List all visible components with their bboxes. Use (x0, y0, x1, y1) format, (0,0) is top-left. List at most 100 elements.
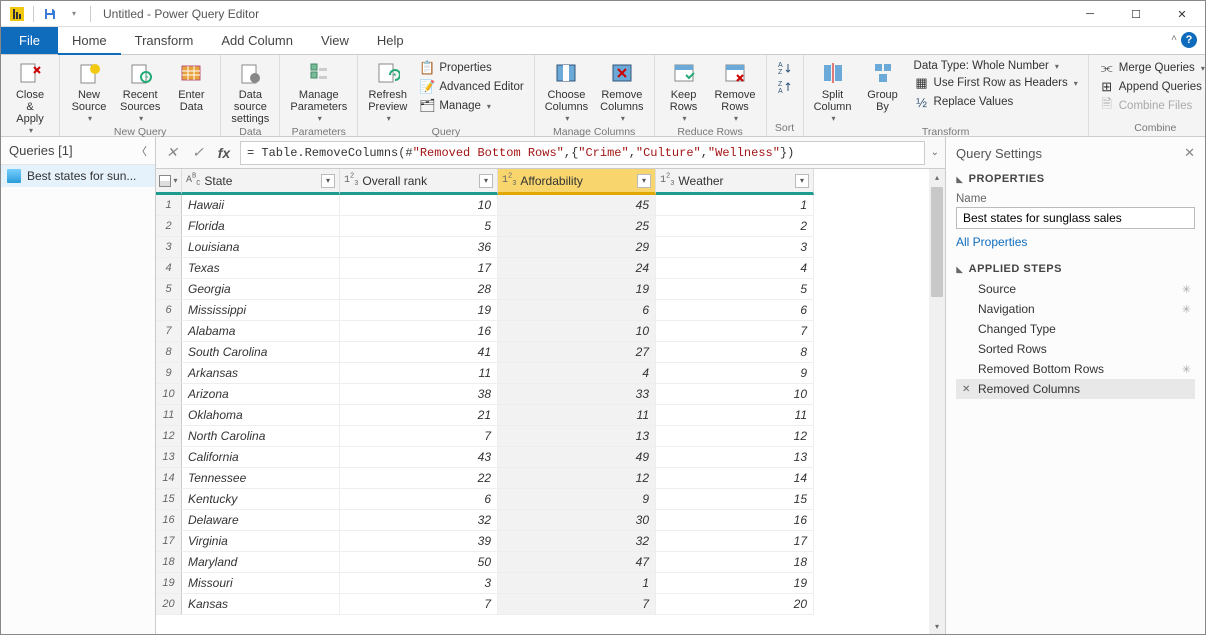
cell[interactable]: 19 (656, 573, 814, 594)
row-header[interactable]: 2 (156, 216, 182, 237)
cell[interactable]: Florida (182, 216, 340, 237)
sort-asc-button[interactable]: AZ (775, 59, 795, 77)
applied-step[interactable]: Source✳ (956, 279, 1195, 299)
cell[interactable]: Georgia (182, 279, 340, 300)
replace-values-button[interactable]: ½Replace Values (912, 93, 1080, 111)
cell[interactable]: 7 (340, 594, 498, 615)
column-header-afford[interactable]: 123Affordability▾ (498, 169, 656, 195)
cell[interactable]: Arizona (182, 384, 340, 405)
applied-step[interactable]: Removed Columns (956, 379, 1195, 399)
all-properties-link[interactable]: All Properties (956, 235, 1195, 249)
cell[interactable]: North Carolina (182, 426, 340, 447)
data-grid[interactable]: ▾ABCState▾123Overall rank▾123Affordabili… (156, 169, 945, 634)
cell[interactable]: 38 (340, 384, 498, 405)
cell[interactable]: 15 (656, 489, 814, 510)
cell[interactable]: 20 (656, 594, 814, 615)
gear-icon[interactable]: ✳ (1182, 303, 1191, 316)
cell[interactable]: 10 (656, 384, 814, 405)
cell[interactable]: 27 (498, 342, 656, 363)
collapse-queries-icon[interactable]: 〈 (136, 143, 147, 159)
cell[interactable]: California (182, 447, 340, 468)
menu-transform[interactable]: Transform (121, 27, 208, 54)
cell[interactable]: 11 (498, 405, 656, 426)
cell[interactable]: Tennessee (182, 468, 340, 489)
row-header[interactable]: 1 (156, 195, 182, 216)
fx-icon[interactable]: fx (214, 143, 234, 163)
data-source-settings-button[interactable]: Data source settings (225, 57, 275, 125)
cell[interactable]: Mississippi (182, 300, 340, 321)
cell[interactable]: 1 (656, 195, 814, 216)
cell[interactable]: Texas (182, 258, 340, 279)
help-icon[interactable]: ? (1181, 32, 1197, 48)
cell[interactable]: 6 (656, 300, 814, 321)
qat-dropdown-icon[interactable]: ▾ (66, 6, 82, 22)
select-all-corner[interactable]: ▾ (156, 169, 182, 195)
cell[interactable]: 36 (340, 237, 498, 258)
cell[interactable]: 24 (498, 258, 656, 279)
refresh-preview-button[interactable]: Refresh Preview (362, 57, 413, 125)
first-row-headers-button[interactable]: ▦Use First Row as Headers (912, 74, 1080, 92)
datatype-icon[interactable]: 123 (344, 175, 358, 186)
cell[interactable]: 5 (340, 216, 498, 237)
datatype-icon[interactable]: ABC (186, 175, 200, 186)
cell[interactable]: South Carolina (182, 342, 340, 363)
cell[interactable]: 32 (340, 510, 498, 531)
row-header[interactable]: 14 (156, 468, 182, 489)
row-header[interactable]: 16 (156, 510, 182, 531)
query-name-input[interactable] (956, 207, 1195, 229)
cell[interactable]: 39 (340, 531, 498, 552)
menu-home[interactable]: Home (58, 27, 121, 55)
cell[interactable]: 19 (498, 279, 656, 300)
row-header[interactable]: 11 (156, 405, 182, 426)
close-settings-icon[interactable]: ✕ (1184, 145, 1195, 161)
cell[interactable]: Virginia (182, 531, 340, 552)
column-header-state[interactable]: ABCState▾ (182, 169, 340, 195)
cell[interactable]: 47 (498, 552, 656, 573)
cell[interactable]: 33 (498, 384, 656, 405)
remove-columns-button[interactable]: Remove Columns (594, 57, 649, 125)
row-header[interactable]: 18 (156, 552, 182, 573)
cell[interactable]: 7 (498, 594, 656, 615)
cell[interactable]: 25 (498, 216, 656, 237)
cell[interactable]: 9 (498, 489, 656, 510)
close-button[interactable]: ✕ (1159, 1, 1205, 27)
sort-desc-button[interactable]: ZA (775, 78, 795, 96)
row-header[interactable]: 6 (156, 300, 182, 321)
menu-file[interactable]: File (1, 27, 58, 54)
cell[interactable]: 13 (498, 426, 656, 447)
new-source-button[interactable]: New Source (64, 57, 114, 125)
cell[interactable]: 11 (340, 363, 498, 384)
column-header-overall[interactable]: 123Overall rank▾ (340, 169, 498, 195)
row-header[interactable]: 4 (156, 258, 182, 279)
cell[interactable]: Maryland (182, 552, 340, 573)
applied-step[interactable]: Removed Bottom Rows✳ (956, 359, 1195, 379)
row-header[interactable]: 5 (156, 279, 182, 300)
gear-icon[interactable]: ✳ (1182, 283, 1191, 296)
cell[interactable]: 8 (656, 342, 814, 363)
query-item[interactable]: Best states for sun... (1, 165, 155, 187)
cell[interactable]: 9 (656, 363, 814, 384)
row-header[interactable]: 7 (156, 321, 182, 342)
keep-rows-button[interactable]: Keep Rows (659, 57, 709, 125)
cell[interactable]: 7 (340, 426, 498, 447)
gear-icon[interactable]: ✳ (1182, 363, 1191, 376)
menu-help[interactable]: Help (363, 27, 418, 54)
cell[interactable]: 11 (656, 405, 814, 426)
cell[interactable]: 18 (656, 552, 814, 573)
cell[interactable]: 10 (498, 321, 656, 342)
cell[interactable]: 30 (498, 510, 656, 531)
row-header[interactable]: 9 (156, 363, 182, 384)
cell[interactable]: Kansas (182, 594, 340, 615)
manage-button[interactable]: 🗂Manage (417, 97, 525, 115)
save-icon[interactable] (42, 6, 58, 22)
cell[interactable]: 6 (340, 489, 498, 510)
cell[interactable]: 28 (340, 279, 498, 300)
merge-queries-button[interactable]: ⫘Merge Queries (1097, 59, 1206, 77)
cell[interactable]: Louisiana (182, 237, 340, 258)
cell[interactable]: 12 (498, 468, 656, 489)
cell[interactable]: 43 (340, 447, 498, 468)
row-header[interactable]: 19 (156, 573, 182, 594)
maximize-button[interactable]: ☐ (1113, 1, 1159, 27)
cell[interactable]: 13 (656, 447, 814, 468)
collapse-ribbon-icon[interactable]: ˄ (1171, 33, 1177, 44)
